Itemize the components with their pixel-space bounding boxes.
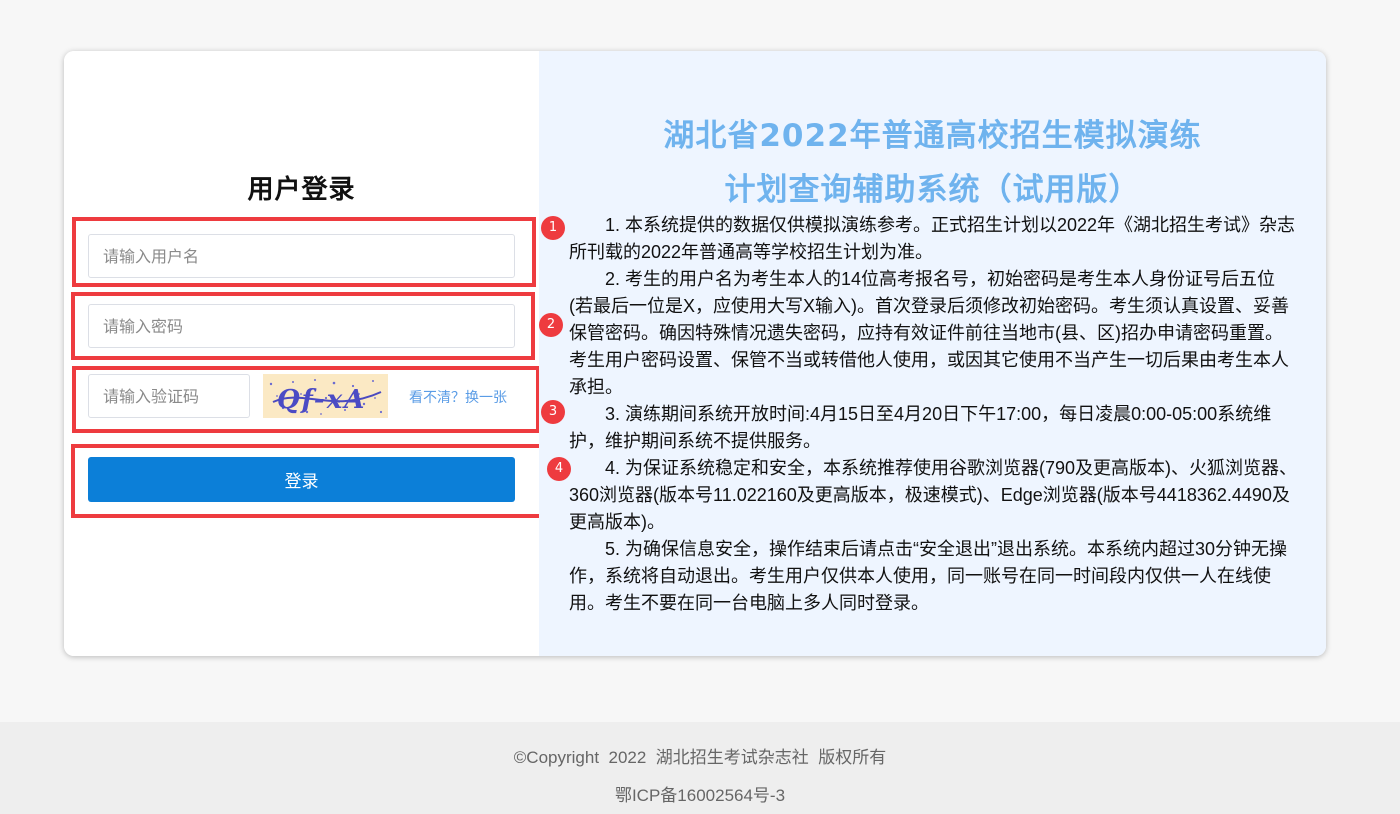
footer: ©Copyright 2022 湖北招生考试杂志社 版权所有 鄂ICP备1600… bbox=[0, 722, 1400, 814]
annotation-badge-4: 4 bbox=[547, 457, 571, 481]
captcha-noise: Qf-xA bbox=[269, 379, 383, 415]
username-input[interactable] bbox=[88, 234, 515, 278]
system-title-line2: 计划查询辅助系统（试用版） bbox=[724, 172, 1141, 208]
annotation-badge-3: 3 bbox=[541, 400, 565, 424]
notice-item: 3. 演练期间系统开放时间:4月15日至4月20日下午17:00，每日凌晨0:0… bbox=[569, 404, 1272, 451]
system-title: 湖北省2022年普通高校招生模拟演练 计划查询辅助系统（试用版） bbox=[539, 109, 1326, 217]
login-card: 用户登录 Qf-xA 看不清？换一张 登录 bbox=[64, 51, 1326, 656]
notice-item: 4. 为保证系统稳定和安全，本系统推荐使用谷歌浏览器(790及更高版本)、火狐浏… bbox=[569, 458, 1298, 532]
footer-copyright: ©Copyright 2022 湖北招生考试杂志社 版权所有 bbox=[513, 748, 887, 767]
captcha-input[interactable] bbox=[88, 374, 250, 418]
annotation-badge-1: 1 bbox=[541, 216, 565, 240]
info-panel: 湖北省2022年普通高校招生模拟演练 计划查询辅助系统（试用版） 1. 本系统提… bbox=[539, 51, 1326, 656]
notice-item: 2. 考生的用户名为考生本人的14位高考报名号，初始密码是考生本人身份证号后五位… bbox=[569, 269, 1289, 397]
notice-item: 1. 本系统提供的数据仅供模拟演练参考。正式招生计划以2022年《湖北招生考试》… bbox=[569, 215, 1296, 262]
notice-item: 5. 为确保信息安全，操作结束后请点击“安全退出”退出系统。本系统内超过30分钟… bbox=[569, 539, 1288, 613]
login-title: 用户登录 bbox=[247, 175, 356, 205]
login-panel: 用户登录 Qf-xA 看不清？换一张 登录 bbox=[64, 51, 545, 656]
captcha-refresh-link[interactable]: 看不清？换一张 bbox=[409, 387, 507, 407]
annotation-badge-2: 2 bbox=[539, 313, 563, 337]
system-title-line1: 湖北省2022年普通高校招生模拟演练 bbox=[663, 118, 1202, 154]
password-input[interactable] bbox=[88, 304, 515, 348]
notice-list: 1. 本系统提供的数据仅供模拟演练参考。正式招生计划以2022年《湖北招生考试》… bbox=[569, 212, 1299, 617]
footer-icp[interactable]: 鄂ICP备16002564号-3 bbox=[0, 781, 1400, 806]
captcha-text: Qf-xA bbox=[277, 385, 366, 415]
captcha-image[interactable]: Qf-xA bbox=[263, 374, 388, 418]
login-button[interactable]: 登录 bbox=[88, 457, 515, 502]
